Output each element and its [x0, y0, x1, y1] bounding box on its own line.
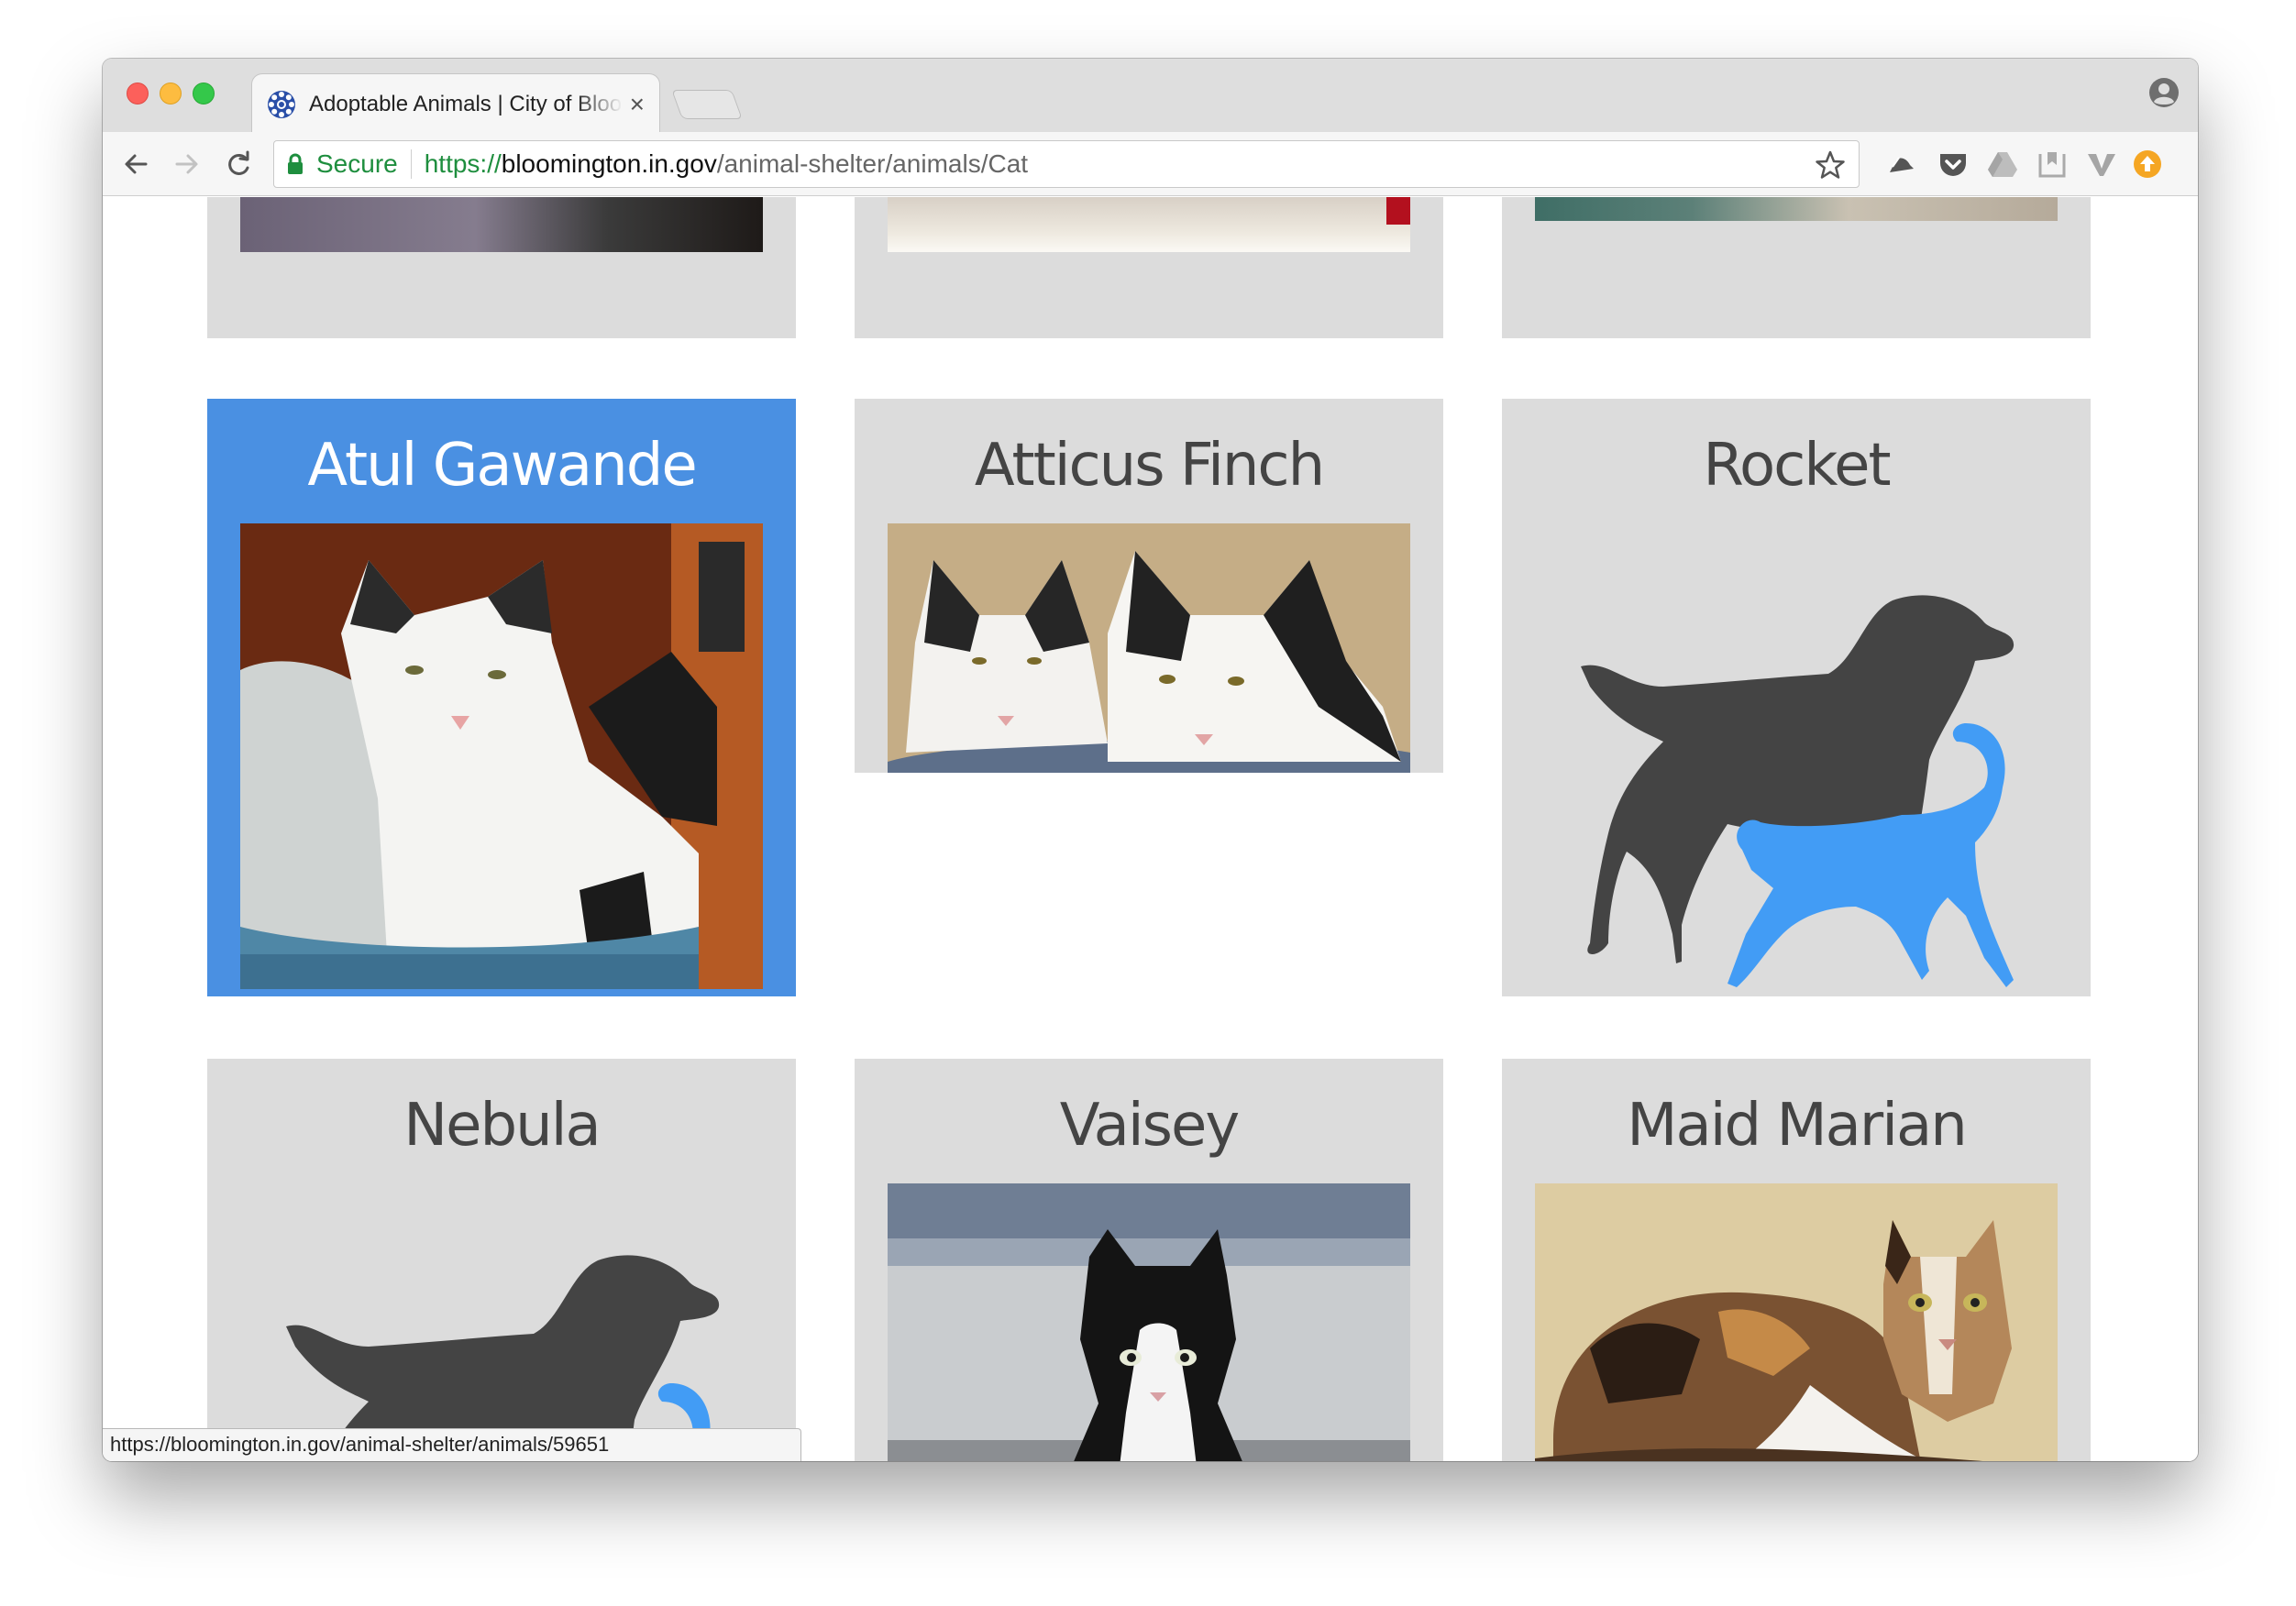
animal-name: Atticus Finch	[974, 432, 1325, 500]
url-host: bloomington.in.gov	[501, 149, 717, 178]
animal-card-partial[interactable]	[1502, 197, 2091, 338]
city-seal-icon	[268, 90, 295, 118]
browser-toolbar: Secure https://bloomington.in.gov/animal…	[103, 132, 2198, 196]
lock-icon	[288, 153, 303, 174]
address-separator	[410, 149, 412, 179]
animal-card-atul-gawande[interactable]: Atul Gawande	[207, 399, 796, 996]
extension-pocket-icon[interactable]	[1937, 148, 1970, 181]
animal-photo	[240, 523, 763, 989]
calico-cat-photo-image	[1535, 1183, 2058, 1461]
extension-v-icon[interactable]	[2085, 148, 2118, 181]
address-bar[interactable]: Secure https://bloomington.in.gov/animal…	[273, 140, 1860, 188]
animal-name: Vaisey	[1059, 1092, 1240, 1160]
animal-card-nebula[interactable]: Nebula	[207, 1059, 796, 1461]
pocket-icon	[1940, 154, 1966, 176]
forward-button[interactable]	[171, 148, 204, 181]
animal-photo-partial	[1535, 197, 2058, 221]
minimize-window-button[interactable]	[160, 82, 182, 104]
drive-icon	[1988, 152, 2017, 177]
animal-photo-partial	[240, 197, 763, 252]
animal-card-partial[interactable]	[855, 197, 1443, 338]
animal-name: Atul Gawande	[307, 432, 697, 500]
animal-name: Rocket	[1703, 432, 1891, 500]
kitten-photo-image	[888, 1183, 1410, 1461]
extension-save-icon[interactable]	[2036, 148, 2069, 181]
animal-card-maid-marian[interactable]: Maid Marian	[1502, 1059, 2091, 1461]
cat-photo-image	[240, 523, 763, 989]
animal-photo	[888, 1183, 1410, 1461]
upload-arrow-icon	[2134, 150, 2161, 178]
pet-placeholder-icon	[1581, 595, 2015, 987]
hat-icon	[1890, 157, 1914, 172]
extension-update-icon[interactable]	[2131, 148, 2164, 181]
tab-adoptable-animals[interactable]: Adoptable Animals | City of Bloomington …	[251, 73, 660, 134]
animal-card-vaisey[interactable]: Vaisey	[855, 1059, 1443, 1461]
animal-photo	[1535, 1183, 2058, 1461]
arrow-left-icon	[125, 154, 148, 174]
arrow-right-icon	[175, 154, 198, 174]
back-button[interactable]	[119, 148, 152, 181]
tab-strip: Adoptable Animals | City of Bloomington …	[103, 59, 2198, 134]
animal-name: Nebula	[403, 1092, 601, 1160]
tab-title: Adoptable Animals | City of Bloomington	[309, 91, 623, 116]
animal-photo	[888, 523, 1410, 773]
new-tab-button[interactable]	[671, 90, 743, 119]
bookmark-star-icon[interactable]	[1815, 149, 1846, 181]
secure-label: Secure	[316, 149, 398, 178]
animal-name: Maid Marian	[1627, 1092, 1968, 1160]
close-window-button[interactable]	[127, 82, 149, 104]
page-viewport: Atul Gawande Atticus Finch Rocket Nebula…	[103, 197, 2198, 1461]
url-path: /animal-shelter/animals/Cat	[716, 149, 1029, 178]
animal-card-partial[interactable]	[207, 197, 796, 338]
v-logo-icon	[2088, 154, 2115, 176]
two-cats-photo-image	[888, 523, 1410, 773]
close-tab-icon[interactable]: ×	[630, 91, 645, 117]
reload-button[interactable]	[222, 148, 255, 181]
status-bar-url: https://bloomington.in.gov/animal-shelte…	[103, 1428, 801, 1461]
tray-save-icon	[2038, 152, 2066, 178]
zoom-window-button[interactable]	[193, 82, 215, 104]
profile-icon[interactable]	[2148, 77, 2180, 108]
browser-window: Adoptable Animals | City of Bloomington …	[103, 59, 2198, 1461]
extension-hat-icon[interactable]	[1885, 148, 1918, 181]
url-scheme: https://	[424, 149, 502, 178]
animal-card-rocket[interactable]: Rocket	[1502, 399, 2091, 996]
reload-icon	[228, 150, 249, 175]
url-text: https://bloomington.in.gov/animal-shelte…	[425, 149, 1028, 179]
animal-photo-partial	[888, 197, 1410, 252]
extension-drive-icon[interactable]	[1986, 148, 2019, 181]
animal-card-atticus-finch[interactable]: Atticus Finch	[855, 399, 1443, 773]
